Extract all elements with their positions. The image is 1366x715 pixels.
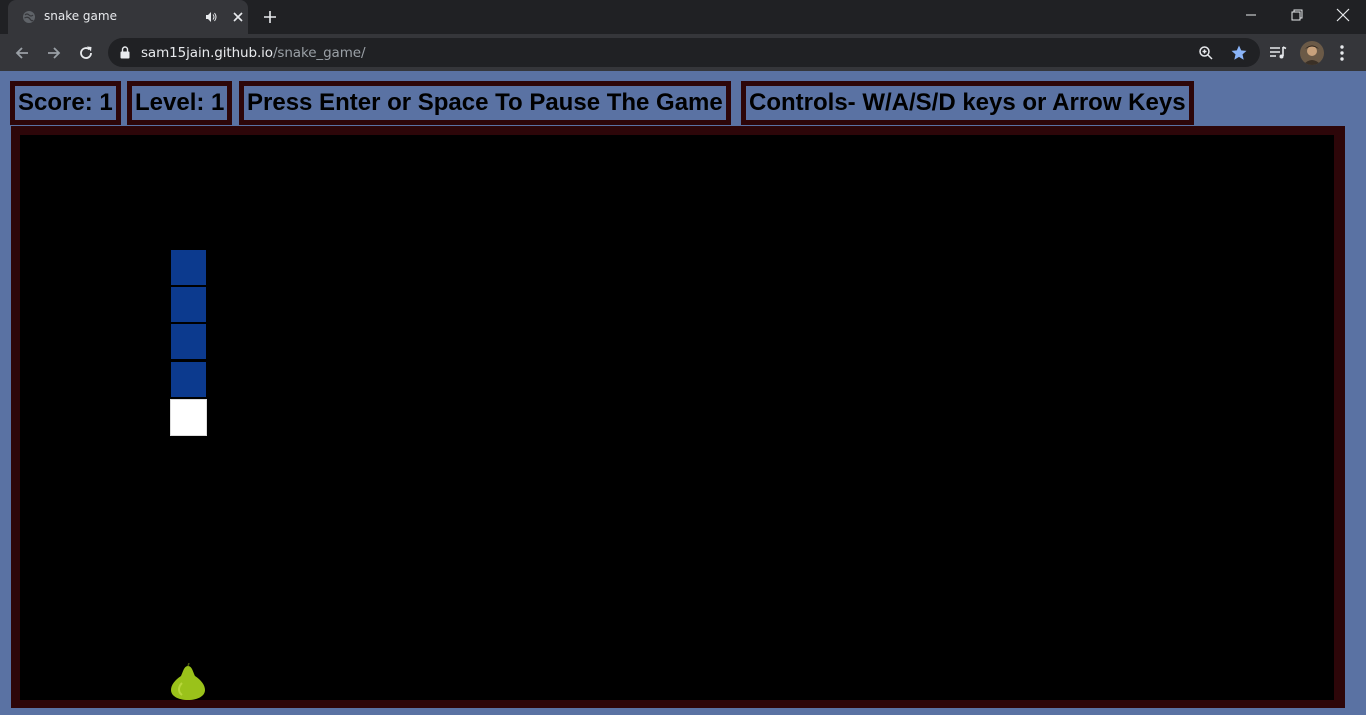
- browser-toolbar: sam15jain.github.io/snake_game/: [0, 34, 1366, 71]
- profile-avatar[interactable]: [1300, 41, 1324, 65]
- address-bar[interactable]: sam15jain.github.io/snake_game/: [108, 38, 1260, 67]
- pear-icon: [171, 663, 205, 700]
- tab-title: snake game: [44, 9, 117, 23]
- controls-hint: Controls- W/A/S/D keys or Arrow Keys: [741, 81, 1194, 125]
- reload-icon: [80, 46, 92, 59]
- restore-button[interactable]: [1274, 0, 1320, 30]
- url-text: sam15jain.github.io/snake_game/: [141, 45, 366, 61]
- url-host: sam15jain.github.io: [141, 45, 273, 61]
- snake-segment: [170, 286, 207, 323]
- snake-segment: [170, 361, 207, 398]
- media-control-icon[interactable]: [1269, 45, 1287, 61]
- minimize-icon: [1246, 14, 1256, 16]
- minimize-button[interactable]: [1228, 0, 1274, 30]
- kebab-menu-icon[interactable]: [1338, 43, 1346, 63]
- lock-icon[interactable]: [120, 46, 130, 59]
- score-display: Score: 1: [10, 81, 121, 125]
- new-tab-icon[interactable]: [259, 6, 281, 28]
- speaker-icon[interactable]: [204, 10, 218, 24]
- snake-segment: [170, 323, 207, 360]
- pause-hint: Press Enter or Space To Pause The Game: [239, 81, 731, 125]
- close-window-button[interactable]: [1320, 0, 1366, 30]
- back-button[interactable]: [10, 41, 34, 65]
- zoom-icon[interactable]: [1198, 45, 1214, 61]
- tab-strip: snake game: [0, 0, 1366, 34]
- url-path: /snake_game/: [272, 45, 366, 61]
- arrow-left-icon: [15, 47, 28, 59]
- browser-tab[interactable]: snake game: [8, 0, 248, 34]
- level-display: Level: 1: [127, 81, 233, 125]
- globe-icon: [23, 11, 35, 23]
- bookmark-star-icon[interactable]: [1230, 44, 1248, 62]
- snake-head: [170, 249, 207, 286]
- close-icon: [1336, 8, 1350, 22]
- avatar-image: [1300, 41, 1324, 65]
- reload-button[interactable]: [74, 41, 98, 65]
- close-tab-icon[interactable]: [230, 9, 246, 25]
- snake-tail: [170, 399, 207, 436]
- restore-icon: [1291, 9, 1303, 21]
- forward-button[interactable]: [42, 41, 66, 65]
- game-board[interactable]: [20, 135, 1334, 700]
- arrow-right-icon: [48, 47, 61, 59]
